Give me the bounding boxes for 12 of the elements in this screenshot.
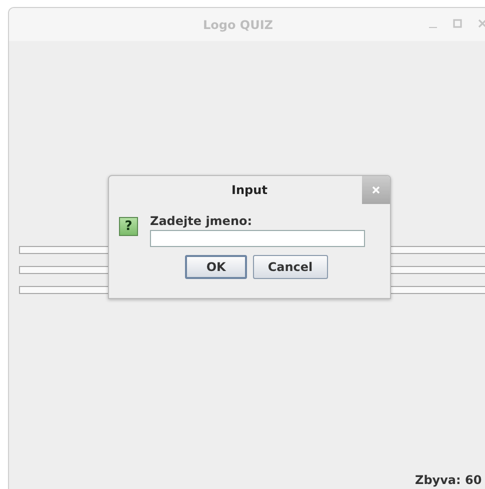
ok-button[interactable]: OK <box>185 255 247 279</box>
remaining-count: Zbyva: 60 <box>415 473 482 489</box>
close-icon <box>372 186 380 194</box>
maximize-icon[interactable] <box>453 19 462 28</box>
close-button[interactable] <box>362 176 390 204</box>
window-title: Logo QUIZ <box>202 18 273 32</box>
prompt-label: Zadejte jmeno: <box>150 214 254 228</box>
question-icon: ? <box>119 217 138 236</box>
dialog-title: Input <box>232 183 268 197</box>
name-input[interactable] <box>150 230 365 247</box>
cancel-button[interactable]: Cancel <box>252 255 328 279</box>
close-icon[interactable] <box>478 19 485 28</box>
